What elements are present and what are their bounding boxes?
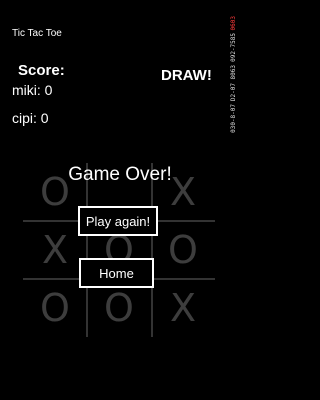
- home-button[interactable]: Home: [79, 258, 154, 288]
- board-cell[interactable]: X: [151, 279, 215, 337]
- status-strip-item: 030-8-07: [230, 103, 237, 133]
- board-cell[interactable]: O: [23, 279, 87, 337]
- game-board: O X X O O O O X: [23, 163, 215, 337]
- player2-score: cipi: 0: [12, 110, 49, 126]
- result-label: DRAW!: [161, 67, 212, 84]
- app-title: Tic Tac Toe: [12, 28, 62, 39]
- game-over-message: Game Over!: [68, 164, 172, 185]
- status-strip-item: D2-07: [230, 82, 237, 101]
- player1-score: miki: 0: [12, 82, 53, 98]
- score-title: Score:: [18, 62, 65, 79]
- board-cell[interactable]: O: [151, 221, 215, 279]
- status-strip-item: 8063: [230, 65, 237, 80]
- status-strip-item: 092-7585: [230, 33, 237, 63]
- play-again-button[interactable]: Play again!: [78, 206, 158, 236]
- status-strip-item: 0603: [230, 16, 237, 31]
